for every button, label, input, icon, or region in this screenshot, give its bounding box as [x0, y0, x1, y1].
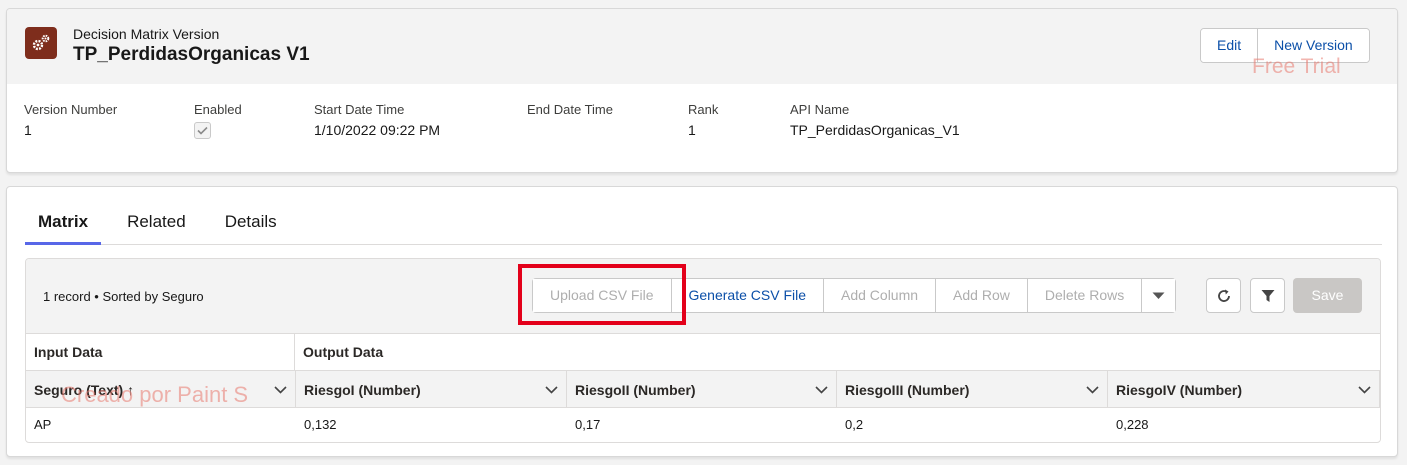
gears-icon — [25, 27, 57, 59]
field-value: TP_PerdidasOrganicas_V1 — [790, 122, 960, 138]
field-enabled: Enabled — [194, 102, 242, 139]
output-data-group: Output Data — [303, 344, 384, 360]
column-label: RiesgoIII (Number) — [845, 381, 970, 398]
tab-matrix[interactable]: Matrix — [25, 205, 102, 245]
filter-icon — [1261, 289, 1274, 302]
column-label: RiesgoIV (Number) — [1116, 381, 1243, 398]
chevron-down-icon — [1086, 385, 1099, 394]
delete-rows-button[interactable]: Delete Rows — [1026, 279, 1142, 312]
more-actions-dropdown[interactable] — [1141, 279, 1176, 312]
column-header-riesgoiv[interactable]: RiesgoIV (Number) — [1108, 371, 1380, 408]
record-header: Decision Matrix Version TP_PerdidasOrgan… — [6, 8, 1398, 173]
field-api-name: API Name TP_PerdidasOrganicas_V1 — [790, 102, 960, 138]
table-cell[interactable]: AP — [26, 408, 51, 441]
field-value: 1 — [688, 122, 696, 138]
enabled-checkbox — [194, 122, 211, 139]
field-label: Start Date Time — [314, 102, 405, 117]
table-cell[interactable]: 0,2 — [837, 408, 863, 441]
record-count-info: 1 record • Sorted by Seguro — [43, 289, 204, 304]
refresh-icon — [1217, 289, 1230, 302]
tab-related[interactable]: Related — [114, 205, 199, 245]
field-label: Enabled — [194, 102, 242, 117]
add-column-button[interactable]: Add Column — [823, 279, 936, 312]
refresh-button[interactable] — [1206, 278, 1241, 313]
header-top: Decision Matrix Version TP_PerdidasOrgan… — [7, 9, 1397, 84]
record-title: TP_PerdidasOrganicas V1 — [73, 44, 310, 65]
field-version-number: Version Number 1 — [24, 102, 117, 138]
add-row-button[interactable]: Add Row — [935, 279, 1027, 312]
column-header-row: Seguro (Text) ↑ RiesgoI (Number) RiesgoI… — [26, 371, 1380, 408]
field-label: Version Number — [24, 102, 118, 117]
free-trial-watermark: Free Trial — [1252, 55, 1341, 78]
matrix-card: Matrix Related Details 1 record • Sorted… — [6, 186, 1398, 457]
field-end-date: End Date Time — [527, 102, 613, 122]
matrix-panel: 1 record • Sorted by Seguro Upload CSV F… — [25, 258, 1381, 443]
chevron-down-icon — [545, 385, 558, 394]
highlight-box — [518, 264, 686, 325]
field-value: 1 — [24, 122, 32, 138]
edit-button[interactable]: Edit — [1201, 29, 1258, 62]
chevron-down-icon — [815, 385, 828, 394]
field-label: Rank — [688, 102, 719, 117]
object-type-label: Decision Matrix Version — [73, 26, 220, 42]
column-group-row: Input Data Output Data — [26, 334, 1380, 371]
column-label: RiesgoI (Number) — [304, 381, 421, 398]
check-icon — [197, 126, 208, 135]
column-label: RiesgoII (Number) — [575, 381, 696, 398]
input-data-group: Input Data — [26, 334, 295, 371]
filter-button[interactable] — [1250, 278, 1285, 313]
field-label: End Date Time — [527, 102, 613, 117]
chevron-down-icon — [1152, 292, 1165, 299]
tab-bar: Matrix Related Details — [25, 205, 1382, 245]
save-button[interactable]: Save — [1293, 278, 1362, 313]
table-cell[interactable]: 0,132 — [296, 408, 337, 441]
table-row: AP 0,132 0,17 0,2 0,228 — [26, 408, 1380, 441]
table-cell[interactable]: 0,17 — [567, 408, 600, 441]
tab-details[interactable]: Details — [212, 205, 290, 245]
paint-watermark: Creado por Paint S — [61, 382, 249, 407]
chevron-down-icon — [1358, 385, 1371, 394]
chevron-down-icon — [274, 385, 287, 394]
field-rank: Rank 1 — [688, 102, 718, 138]
matrix-toolbar: 1 record • Sorted by Seguro Upload CSV F… — [26, 259, 1380, 334]
highlights-panel: Version Number 1 Enabled Start Date Time… — [7, 84, 1397, 172]
field-value: 1/10/2022 09:22 PM — [314, 122, 441, 138]
column-header-riesgoii[interactable]: RiesgoII (Number) — [567, 371, 837, 408]
field-start-date: Start Date Time 1/10/2022 09:22 PM — [314, 102, 440, 138]
field-label: API Name — [790, 102, 850, 117]
column-header-riesgoiii[interactable]: RiesgoIII (Number) — [837, 371, 1108, 408]
column-header-riesgoi[interactable]: RiesgoI (Number) — [296, 371, 567, 408]
generate-csv-button[interactable]: Generate CSV File — [670, 279, 823, 312]
table-cell[interactable]: 0,228 — [1108, 408, 1149, 441]
